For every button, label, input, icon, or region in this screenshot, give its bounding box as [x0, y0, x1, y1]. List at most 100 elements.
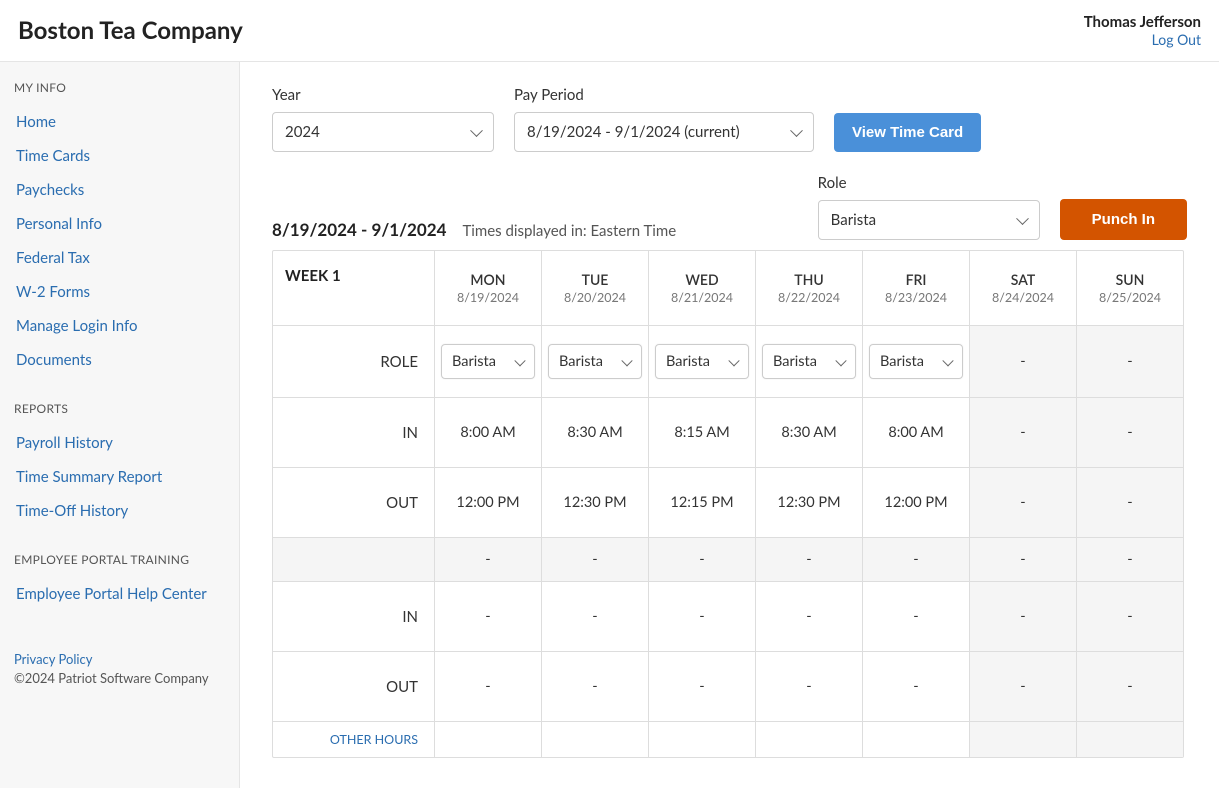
cell-value: - — [1020, 678, 1025, 695]
year-value: 2024 — [285, 123, 320, 141]
other-hours-label-cell: OTHER HOURS — [273, 722, 435, 757]
timecard-cell: - — [1077, 652, 1183, 721]
sidebar-link[interactable]: Federal Tax — [14, 241, 225, 275]
cell-role-select[interactable]: Barista — [869, 344, 963, 379]
other-hours-link[interactable]: OTHER HOURS — [285, 732, 422, 747]
sidebar-link[interactable]: Manage Login Info — [14, 309, 225, 343]
year-filter: Year 2024 — [272, 86, 494, 152]
timecard-cell: - — [970, 398, 1077, 467]
timecard-cell: Barista — [756, 326, 863, 397]
timecard-cell — [970, 722, 1077, 757]
cell-value: 8:30 AM — [567, 424, 622, 441]
timecard-cell: - — [1077, 582, 1183, 651]
timecard-cell: - — [970, 326, 1077, 397]
sidebar: MY INFOHomeTime CardsPaychecksPersonal I… — [0, 62, 240, 788]
timecard-cell — [649, 722, 756, 757]
sidebar-link[interactable]: Documents — [14, 343, 225, 377]
timecard-cell: - — [649, 538, 756, 581]
timezone-note: Times displayed in: Eastern Time — [462, 222, 676, 240]
filter-row: Year 2024 Pay Period 8/19/2024 - 9/1/202… — [272, 86, 1187, 152]
period-select[interactable]: 8/19/2024 - 9/1/2024 (current) — [514, 112, 814, 152]
cell-value: - — [592, 551, 597, 568]
day-header: THU8/22/2024 — [756, 251, 863, 325]
cell-role-select[interactable]: Barista — [441, 344, 535, 379]
cell-value: 8:00 AM — [460, 424, 515, 441]
row-label: OUT — [285, 494, 422, 512]
timecard-cell: - — [1077, 468, 1183, 537]
cell-value: - — [1020, 494, 1025, 511]
timecard-cell — [542, 722, 649, 757]
punch-in-button[interactable]: Punch In — [1060, 199, 1187, 240]
sidebar-link[interactable]: Time Summary Report — [14, 460, 225, 494]
sidebar-link[interactable]: Personal Info — [14, 207, 225, 241]
row-label: ROLE — [285, 353, 422, 371]
sidebar-link[interactable]: Payroll History — [14, 426, 225, 460]
timecard-row: ROLE Barista Barista Barista Barista Barista -… — [273, 325, 1183, 397]
day-date: 8/23/2024 — [885, 290, 947, 305]
other-hours-row: OTHER HOURS — [273, 721, 1183, 757]
sidebar-link[interactable]: Employee Portal Help Center — [14, 577, 225, 611]
cell-role-select[interactable]: Barista — [548, 344, 642, 379]
row-label-cell — [273, 538, 435, 581]
date-range: 8/19/2024 - 9/1/2024 — [272, 219, 446, 240]
sidebar-section: MY INFOHomeTime CardsPaychecksPersonal I… — [14, 80, 225, 377]
cell-value: 12:00 PM — [884, 494, 947, 511]
day-abbr: TUE — [582, 271, 609, 288]
row-label: IN — [285, 424, 422, 442]
role-filter: Role Barista — [818, 174, 1040, 240]
privacy-policy-link[interactable]: Privacy Policy — [14, 651, 225, 667]
timecard-cell: 8:00 AM — [435, 398, 542, 467]
cell-value: - — [1127, 551, 1132, 568]
cell-role-select[interactable]: Barista — [655, 344, 749, 379]
sidebar-link[interactable]: Time Cards — [14, 139, 225, 173]
year-select[interactable]: 2024 — [272, 112, 494, 152]
cell-value: - — [806, 678, 811, 695]
cell-value: - — [1020, 424, 1025, 441]
day-abbr: MON — [470, 271, 505, 288]
timecard-cell: 12:00 PM — [435, 468, 542, 537]
cell-value: - — [1020, 353, 1025, 370]
timecard-cell: - — [863, 538, 970, 581]
timecard-cell: - — [756, 582, 863, 651]
timecard-cell: - — [756, 652, 863, 721]
timecard-cell: - — [970, 538, 1077, 581]
day-header: SAT8/24/2024 — [970, 251, 1077, 325]
sidebar-link[interactable]: W-2 Forms — [14, 275, 225, 309]
cell-value: 8:15 AM — [674, 424, 729, 441]
row-label-cell: ROLE — [273, 326, 435, 397]
timecard-cell: 12:00 PM — [863, 468, 970, 537]
sidebar-section: EMPLOYEE PORTAL TRAINING Employee Portal … — [14, 552, 225, 611]
timecard-cell: - — [970, 582, 1077, 651]
timecard-cell: 8:30 AM — [756, 398, 863, 467]
timecard-cell — [435, 722, 542, 757]
week-label-cell: WEEK 1 — [273, 251, 435, 325]
role-select[interactable]: Barista — [818, 200, 1040, 240]
cell-value: - — [1127, 353, 1132, 370]
view-timecard-button[interactable]: View Time Card — [834, 113, 981, 152]
cell-value: - — [913, 608, 918, 625]
cell-value: - — [1127, 424, 1132, 441]
company-name: Boston Tea Company — [18, 16, 243, 45]
cell-value: - — [1020, 551, 1025, 568]
sidebar-link[interactable]: Paychecks — [14, 173, 225, 207]
sidebar-link[interactable]: Time-Off History — [14, 494, 225, 528]
timecard-cell: - — [649, 582, 756, 651]
logout-link[interactable]: Log Out — [1084, 31, 1201, 48]
role-label: Role — [818, 174, 1040, 192]
cell-value: - — [485, 608, 490, 625]
cell-value: - — [1127, 608, 1132, 625]
timecard-cell: Barista — [649, 326, 756, 397]
cell-value: 12:15 PM — [670, 494, 733, 511]
day-header: SUN8/25/2024 — [1077, 251, 1183, 325]
timecard-cell: 8:15 AM — [649, 398, 756, 467]
user-name: Thomas Jefferson — [1084, 13, 1201, 31]
sidebar-section-title: EMPLOYEE PORTAL TRAINING — [14, 552, 225, 567]
cell-role-select[interactable]: Barista — [762, 344, 856, 379]
meta-row: 8/19/2024 - 9/1/2024 Times displayed in:… — [272, 174, 1187, 240]
timecard-cell: - — [863, 652, 970, 721]
sidebar-link[interactable]: Home — [14, 105, 225, 139]
day-abbr: SUN — [1116, 271, 1145, 288]
day-header: TUE8/20/2024 — [542, 251, 649, 325]
timecard-cell: - — [1077, 398, 1183, 467]
timecard-cell: - — [435, 582, 542, 651]
